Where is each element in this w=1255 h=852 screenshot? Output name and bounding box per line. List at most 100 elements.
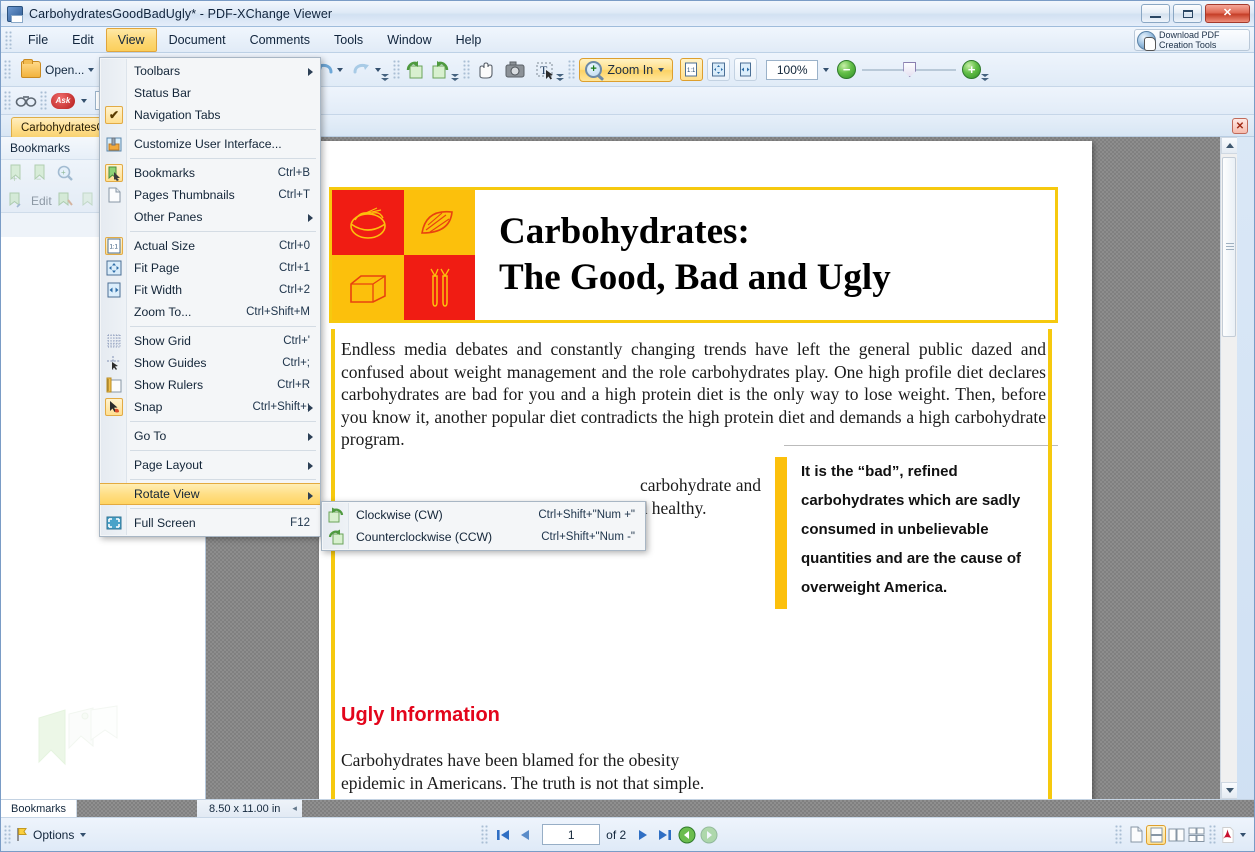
binoculars-icon[interactable] xyxy=(15,94,37,108)
menu-item-status-bar[interactable]: Status Bar xyxy=(100,82,320,104)
rotate-ccw-toolbar-icon[interactable] xyxy=(404,60,425,80)
menu-item-zoom-to[interactable]: Zoom To... Ctrl+Shift+M xyxy=(100,301,320,323)
rotate-cw-toolbar-icon[interactable] xyxy=(430,60,451,80)
toolbar2-gripper-1[interactable] xyxy=(4,90,12,111)
go-forward-icon[interactable] xyxy=(698,824,720,846)
fit-width-button[interactable] xyxy=(734,58,758,81)
menu-item-go-to[interactable]: Go To xyxy=(100,425,320,447)
single-page-icon[interactable] xyxy=(1126,825,1146,845)
scrollbar-thumb[interactable] xyxy=(1222,157,1236,337)
menu-item-fit-width[interactable]: Fit Width Ctrl+2 xyxy=(100,279,320,301)
menu-item-show-rulers[interactable]: Show Rulers Ctrl+R xyxy=(100,374,320,396)
rotate-view-submenu[interactable]: Clockwise (CW) Ctrl+Shift+"Num +" Counte… xyxy=(321,501,646,551)
menu-item-pages-thumbnails[interactable]: Pages Thumbnails Ctrl+T xyxy=(100,184,320,206)
menu-item-snap[interactable]: Snap Ctrl+Shift+; xyxy=(100,396,320,418)
zoom-in-circle-button[interactable]: + xyxy=(962,60,982,79)
undo-redo-overflow-icon[interactable] xyxy=(381,72,390,84)
zoom-in-button[interactable]: + Zoom In xyxy=(579,57,674,82)
hand-tool-icon[interactable] xyxy=(474,60,496,80)
menu-document[interactable]: Document xyxy=(157,28,238,52)
menu-item-actual-size[interactable]: 1:1 Actual Size Ctrl+0 xyxy=(100,235,320,257)
toolbar-gripper-4[interactable] xyxy=(568,59,577,80)
scroll-down-button[interactable] xyxy=(1221,782,1237,799)
previous-page-icon[interactable] xyxy=(514,824,536,846)
menu-item-page-layout[interactable]: Page Layout xyxy=(100,454,320,476)
document-vertical-scrollbar[interactable] xyxy=(1220,137,1237,799)
menu-item-navigation-tabs[interactable]: ✔ Navigation Tabs xyxy=(100,104,320,126)
toolbar-gripper-2[interactable] xyxy=(393,59,402,80)
bottom-gripper-4[interactable] xyxy=(1209,824,1217,845)
menu-item-rotate-view[interactable]: Rotate View xyxy=(100,483,320,505)
bookmark-properties-icon[interactable] xyxy=(56,191,76,210)
zoom-in-dropdown-caret-icon[interactable] xyxy=(658,67,665,72)
snapshot-icon[interactable] xyxy=(504,60,526,80)
actual-size-button[interactable]: 1:1 xyxy=(680,58,704,81)
continuous-icon[interactable] xyxy=(1146,824,1166,845)
menu-item-customize-ui[interactable]: Customize User Interface... xyxy=(100,133,320,155)
open-dropdown-caret-icon[interactable] xyxy=(88,67,95,72)
close-button[interactable]: ✕ xyxy=(1205,4,1250,23)
page-number-input[interactable]: 1 xyxy=(542,824,601,845)
adobe-pdf-icon[interactable] xyxy=(1220,826,1235,844)
last-page-icon[interactable] xyxy=(654,824,676,846)
zoom-level-input[interactable]: 100% xyxy=(766,59,819,80)
menu-item-other-panes[interactable]: Other Panes xyxy=(100,206,320,228)
menu-file[interactable]: File xyxy=(16,28,60,52)
menu-edit[interactable]: Edit xyxy=(60,28,106,52)
edit-bookmark-icon[interactable] xyxy=(7,191,27,210)
toolbar2-gripper-2[interactable] xyxy=(40,90,48,111)
menu-item-show-guides[interactable]: Show Guides Ctrl+; xyxy=(100,352,320,374)
menu-view[interactable]: View xyxy=(105,27,157,52)
rotate-overflow-icon[interactable] xyxy=(451,72,460,84)
options-label[interactable]: Options xyxy=(33,828,74,842)
minimize-button[interactable] xyxy=(1141,4,1170,23)
bottom-gripper-2[interactable] xyxy=(481,824,490,845)
menu-item-fit-page[interactable]: Fit Page Ctrl+1 xyxy=(100,257,320,279)
pdf-page[interactable]: Carbohydrates: The Good, Bad and Ugly En… xyxy=(319,141,1092,799)
download-pdf-creation-tools-button[interactable]: Download PDF Creation Tools xyxy=(1134,29,1250,51)
zoom-slider[interactable] xyxy=(862,60,957,79)
submenu-item-clockwise[interactable]: Clockwise (CW) Ctrl+Shift+"Num +" xyxy=(322,504,645,526)
new-bookmark-icon[interactable]: + xyxy=(7,164,27,184)
menu-item-full-screen[interactable]: Full Screen F12 xyxy=(100,512,320,534)
find-bookmark-icon[interactable]: + xyxy=(55,164,75,183)
bottom-gripper-1[interactable] xyxy=(4,824,12,845)
menu-tools[interactable]: Tools xyxy=(322,28,375,52)
facing-icon[interactable] xyxy=(1166,825,1186,845)
menu-comments[interactable]: Comments xyxy=(238,28,322,52)
maximize-button[interactable] xyxy=(1173,4,1202,23)
submenu-item-counterclockwise[interactable]: Counterclockwise (CCW) Ctrl+Shift+"Num -… xyxy=(322,526,645,548)
toolbar-gripper-3[interactable] xyxy=(463,59,472,80)
menu-item-show-grid[interactable]: Show Grid Ctrl+' xyxy=(100,330,320,352)
delete-bookmark-icon[interactable]: − xyxy=(31,164,51,184)
redo-icon[interactable] xyxy=(352,61,372,79)
zoom-slider-thumb[interactable] xyxy=(903,62,917,77)
zoom-out-button[interactable]: − xyxy=(837,60,857,79)
toolbar-gripper-1[interactable] xyxy=(4,59,12,80)
ask-toolbar-icon[interactable]: Ask xyxy=(51,92,75,109)
scroll-up-button[interactable] xyxy=(1221,137,1237,154)
fit-page-button[interactable] xyxy=(707,58,731,81)
ask-dropdown-caret-icon[interactable] xyxy=(81,98,87,103)
menu-bar-gripper[interactable] xyxy=(5,30,13,49)
next-page-icon[interactable] xyxy=(632,824,654,846)
bottom-gripper-3[interactable] xyxy=(1115,824,1123,845)
pdf-dropdown-caret-icon[interactable] xyxy=(1240,832,1246,837)
options-dropdown-caret-icon[interactable] xyxy=(80,832,87,837)
menu-item-toolbars[interactable]: Toolbars xyxy=(100,60,320,82)
tools-overflow-icon[interactable] xyxy=(556,72,565,84)
menu-help[interactable]: Help xyxy=(444,28,494,52)
menu-window[interactable]: Window xyxy=(375,28,443,52)
bookmark-more-icon[interactable] xyxy=(80,191,100,210)
menu-item-bookmarks[interactable]: Bookmarks Ctrl+B xyxy=(100,162,320,184)
status-bookmarks-tab[interactable]: Bookmarks xyxy=(1,799,78,818)
view-menu-dropdown[interactable]: Toolbars Status Bar ✔ Navigation Tabs Cu… xyxy=(99,57,321,537)
zoom-overflow-icon[interactable] xyxy=(981,72,990,84)
zoom-level-dropdown-caret-icon[interactable] xyxy=(823,67,830,72)
redo-dropdown-caret-icon[interactable] xyxy=(375,67,382,72)
select-text-icon[interactable]: T xyxy=(534,60,556,80)
document-view[interactable]: Carbohydrates: The Good, Bad and Ugly En… xyxy=(206,137,1237,799)
continuous-facing-icon[interactable] xyxy=(1186,825,1206,845)
go-back-icon[interactable] xyxy=(676,824,698,846)
undo-dropdown-caret-icon[interactable] xyxy=(337,67,344,72)
